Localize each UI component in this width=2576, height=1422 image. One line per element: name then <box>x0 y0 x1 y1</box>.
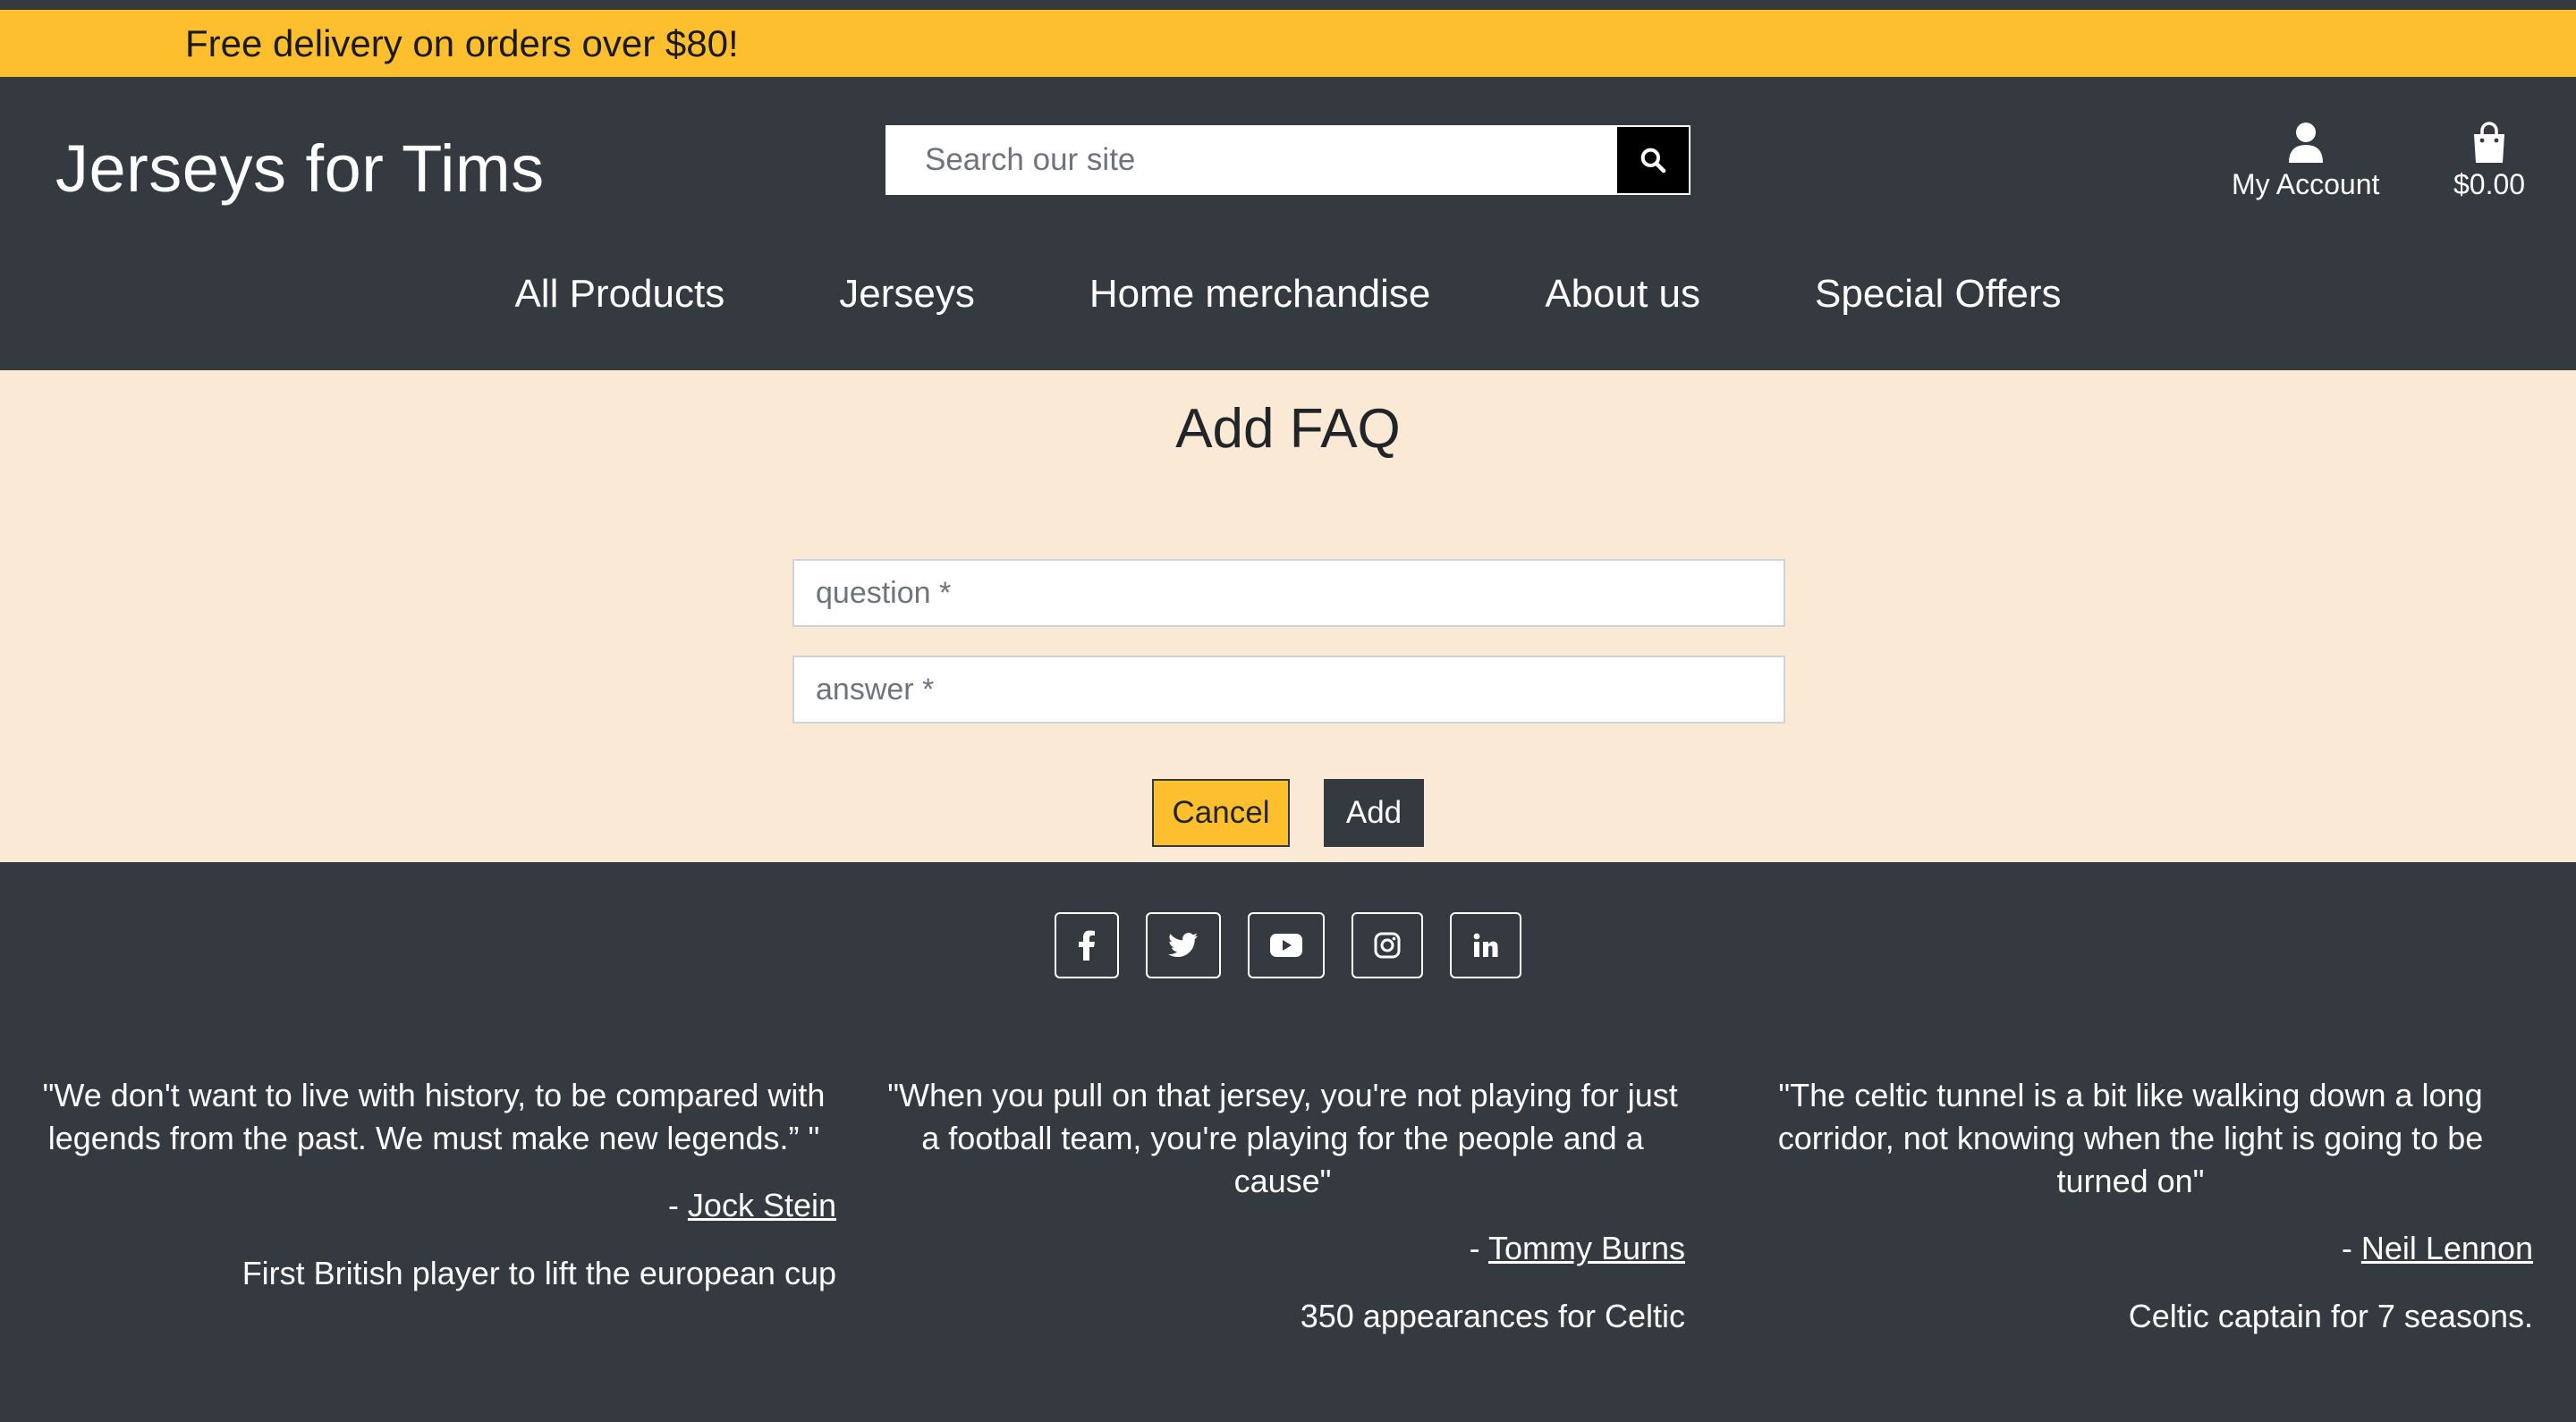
nav-jerseys[interactable]: Jerseys <box>839 272 975 317</box>
quote-fact: Celtic captain for 7 seasons. <box>2128 1298 2533 1334</box>
my-account-link[interactable]: My Account <box>2232 122 2379 201</box>
page-title: Add FAQ <box>1175 398 1401 460</box>
quote-author: - Tommy Burns <box>1469 1230 1685 1266</box>
twitter-icon <box>1168 933 1199 958</box>
site-logo[interactable]: Jerseys for Tims <box>55 131 545 207</box>
nav-home-merchandise[interactable]: Home merchandise <box>1089 272 1431 317</box>
quote-fact: First British player to lift the europea… <box>242 1255 836 1291</box>
cart-total: $0.00 <box>2453 168 2526 200</box>
top-strip <box>0 0 2576 10</box>
quote-author: - Neil Lennon <box>2341 1230 2533 1266</box>
quote-block: "We don't want to live with history, to … <box>31 1074 836 1292</box>
nav-special-offers[interactable]: Special Offers <box>1815 272 2062 317</box>
shopping-bag-icon <box>2474 122 2505 163</box>
quote-text: "We don't want to live with history, to … <box>42 1077 826 1156</box>
search-icon <box>1640 148 1666 174</box>
instagram-link[interactable] <box>1352 912 1423 978</box>
search-input[interactable] <box>887 127 1617 193</box>
quote-author-link[interactable]: Neil Lennon <box>2361 1230 2533 1266</box>
quote-fact: 350 appearances for Celtic <box>1300 1298 1685 1334</box>
linkedin-icon <box>1473 933 1498 957</box>
instagram-icon <box>1374 932 1401 959</box>
add-faq-section: Add FAQ Cancel Add <box>0 370 2576 862</box>
cancel-button[interactable]: Cancel <box>1152 779 1290 847</box>
youtube-link[interactable] <box>1248 912 1325 978</box>
quote-author-link[interactable]: Jock Stein <box>688 1187 836 1223</box>
delivery-banner: Free delivery on orders over $80! <box>0 10 2576 77</box>
question-field[interactable] <box>792 559 1785 627</box>
site-header: Jerseys for Tims My Account $0.00 All Pr… <box>0 77 2576 370</box>
add-button[interactable]: Add <box>1324 779 1424 847</box>
my-account-label: My Account <box>2232 168 2380 200</box>
search-bar <box>886 125 1690 195</box>
quote-text: "When you pull on that jersey, you're no… <box>887 1077 1678 1199</box>
linkedin-link[interactable] <box>1450 912 1521 978</box>
site-footer: "We don't want to live with history, to … <box>0 862 2576 1422</box>
facebook-icon <box>1079 930 1095 961</box>
youtube-icon <box>1270 934 1302 957</box>
nav-all-products[interactable]: All Products <box>514 272 724 317</box>
quote-text: "The celtic tunnel is a bit like walking… <box>1777 1077 2484 1199</box>
social-links <box>0 912 2576 978</box>
answer-field[interactable] <box>792 656 1785 724</box>
twitter-link[interactable] <box>1146 912 1221 978</box>
quote-author: - Jock Stein <box>667 1187 836 1223</box>
facebook-link[interactable] <box>1055 912 1119 978</box>
main-nav: All Products Jerseys Home merchandise Ab… <box>0 272 2576 317</box>
cart-link[interactable]: $0.00 <box>2453 122 2525 201</box>
user-icon <box>2288 123 2323 163</box>
search-button[interactable] <box>1617 127 1689 193</box>
nav-about-us[interactable]: About us <box>1545 272 1700 317</box>
quote-block: "The celtic tunnel is a bit like walking… <box>1728 1074 2533 1335</box>
quote-block: "When you pull on that jersey, you're no… <box>880 1074 1685 1335</box>
delivery-banner-text: Free delivery on orders over $80! <box>185 21 739 64</box>
quote-author-link[interactable]: Tommy Burns <box>1488 1230 1685 1266</box>
